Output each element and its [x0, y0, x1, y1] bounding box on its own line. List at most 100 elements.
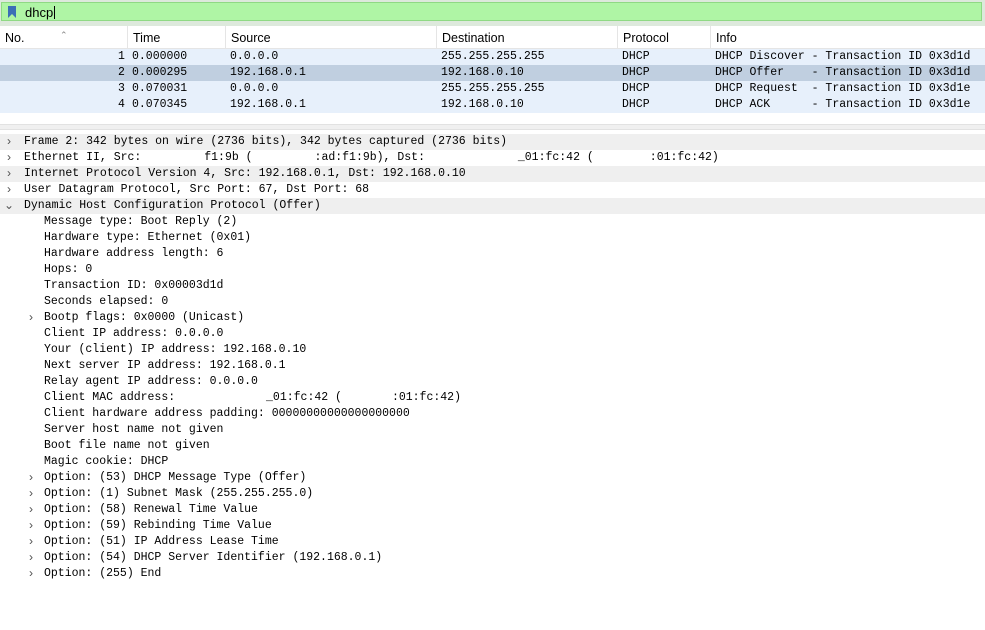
tree-item-option[interactable]: › Option: (54) DHCP Server Identifier (1…	[0, 550, 985, 566]
field-label: Message type: Boot Reply (2)	[44, 215, 238, 228]
chevron-right-icon[interactable]: ›	[3, 166, 15, 182]
tree-item-bootp-flags[interactable]: › Bootp flags: 0x0000 (Unicast)	[0, 310, 985, 326]
tree-field[interactable]: Relay agent IP address: 0.0.0.0	[0, 374, 985, 390]
packet-row-selected[interactable]: 2 0.000295 192.168.0.1 192.168.0.10 DHCP…	[0, 65, 985, 81]
display-filter-bar: dhcp	[0, 0, 985, 26]
column-header-destination[interactable]: Destination	[437, 26, 618, 48]
chevron-down-icon[interactable]: ⌄	[3, 198, 15, 214]
packet-source: 192.168.0.1	[230, 98, 306, 111]
packet-no: 2	[118, 66, 125, 79]
packet-info: DHCP Request - Transaction ID 0x3d1e	[715, 82, 971, 95]
tree-field[interactable]: Client hardware address padding: 0000000…	[0, 406, 985, 422]
chevron-right-icon[interactable]: ›	[25, 518, 37, 534]
field-label: Bootp flags: 0x0000 (Unicast)	[44, 311, 245, 324]
packet-source: 0.0.0.0	[230, 82, 279, 95]
tree-item-option[interactable]: › Option: (58) Renewal Time Value	[0, 502, 985, 518]
packet-source: 192.168.0.1	[230, 66, 306, 79]
packet-destination: 192.168.0.10	[441, 98, 524, 111]
field-label: Hardware type: Ethernet (0x01)	[44, 231, 252, 244]
packet-row[interactable]: 3 0.070031 0.0.0.0 255.255.255.255 DHCP …	[0, 81, 985, 97]
option-label: Option: (1) Subnet Mask (255.255.255.0)	[44, 487, 314, 500]
tree-item-label: Ethernet II, Src: f1:9b (:ad:f1:9b), Dst…	[24, 150, 719, 164]
column-header-info[interactable]: Info	[711, 26, 985, 48]
chevron-right-icon[interactable]: ›	[25, 502, 37, 518]
packet-details-tree[interactable]: › Frame 2: 342 bytes on wire (2736 bits)…	[0, 132, 985, 584]
column-header-protocol[interactable]: Protocol	[618, 26, 711, 48]
option-label: Option: (54) DHCP Server Identifier (192…	[44, 551, 383, 564]
redacted-block	[182, 390, 267, 402]
column-header-time[interactable]: Time	[128, 26, 226, 48]
packet-destination: 255.255.255.255	[441, 50, 545, 63]
tree-field-client-mac[interactable]: Client MAC address: _01:fc:42 (:01:fc:42…	[0, 390, 985, 406]
tree-field[interactable]: Transaction ID: 0x00003d1d	[0, 278, 985, 294]
redacted-block	[431, 150, 518, 162]
tree-field[interactable]: Server host name not given	[0, 422, 985, 438]
chevron-right-icon[interactable]: ›	[3, 182, 15, 198]
tree-item-label: Dynamic Host Configuration Protocol (Off…	[24, 199, 321, 212]
tree-item-dhcp[interactable]: ⌄ Dynamic Host Configuration Protocol (O…	[0, 198, 985, 214]
packet-list[interactable]: No. ⌃ Time Source Destination Protocol I…	[0, 26, 985, 124]
field-label: Client IP address: 0.0.0.0	[44, 327, 224, 340]
tree-item-label: User Datagram Protocol, Src Port: 67, Ds…	[24, 183, 370, 196]
column-header-source[interactable]: Source	[226, 26, 437, 48]
tree-item-label: Frame 2: 342 bytes on wire (2736 bits), …	[24, 135, 508, 148]
field-label: Client hardware address padding: 0000000…	[44, 407, 410, 420]
tree-field[interactable]: Magic cookie: DHCP	[0, 454, 985, 470]
chevron-right-icon[interactable]: ›	[25, 534, 37, 550]
chevron-right-icon[interactable]: ›	[3, 150, 15, 166]
tree-field[interactable]: Message type: Boot Reply (2)	[0, 214, 985, 230]
packet-protocol: DHCP	[622, 98, 650, 111]
option-label: Option: (53) DHCP Message Type (Offer)	[44, 471, 307, 484]
chevron-right-icon[interactable]: ›	[25, 550, 37, 566]
text-caret	[54, 6, 56, 19]
tree-field[interactable]: Client IP address: 0.0.0.0	[0, 326, 985, 342]
field-label: Server host name not given	[44, 423, 224, 436]
field-label: Magic cookie: DHCP	[44, 455, 169, 468]
chevron-right-icon[interactable]: ›	[25, 566, 37, 582]
chevron-right-icon[interactable]: ›	[25, 310, 37, 326]
chevron-right-icon[interactable]: ›	[3, 134, 15, 150]
packet-row[interactable]: 1 0.000000 0.0.0.0 255.255.255.255 DHCP …	[0, 49, 985, 65]
packet-info: DHCP ACK - Transaction ID 0x3d1e	[715, 98, 971, 111]
redacted-block	[593, 150, 650, 162]
packet-time: 0.000295	[132, 66, 188, 79]
tree-field[interactable]: Hardware address length: 6	[0, 246, 985, 262]
packet-protocol: DHCP	[622, 50, 650, 63]
packet-protocol: DHCP	[622, 66, 650, 79]
packet-row[interactable]: 4 0.070345 192.168.0.1 192.168.0.10 DHCP…	[0, 97, 985, 113]
packet-destination: 192.168.0.10	[441, 66, 524, 79]
tree-field[interactable]: Next server IP address: 192.168.0.1	[0, 358, 985, 374]
packet-source: 0.0.0.0	[230, 50, 279, 63]
tree-item-label: Internet Protocol Version 4, Src: 192.16…	[24, 167, 466, 180]
chevron-right-icon[interactable]: ›	[25, 486, 37, 502]
option-label: Option: (51) IP Address Lease Time	[44, 535, 279, 548]
field-label: Transaction ID: 0x00003d1d	[44, 279, 224, 292]
tree-field[interactable]: Boot file name not given	[0, 438, 985, 454]
bookmark-icon[interactable]	[8, 6, 16, 18]
tree-item-option[interactable]: › Option: (53) DHCP Message Type (Offer)	[0, 470, 985, 486]
tree-item-option[interactable]: › Option: (59) Rebinding Time Value	[0, 518, 985, 534]
field-label: Relay agent IP address: 0.0.0.0	[44, 375, 258, 388]
chevron-right-icon[interactable]: ›	[25, 470, 37, 486]
tree-field[interactable]: Seconds elapsed: 0	[0, 294, 985, 310]
display-filter-input[interactable]: dhcp	[1, 2, 982, 21]
packet-no: 3	[118, 82, 125, 95]
tree-field[interactable]: Hops: 0	[0, 262, 985, 278]
tree-item-option[interactable]: › Option: (255) End	[0, 566, 985, 582]
packet-list-header: No. ⌃ Time Source Destination Protocol I…	[0, 26, 985, 49]
tree-item-frame[interactable]: › Frame 2: 342 bytes on wire (2736 bits)…	[0, 134, 985, 150]
redacted-block	[148, 150, 205, 162]
tree-item-udp[interactable]: › User Datagram Protocol, Src Port: 67, …	[0, 182, 985, 198]
packet-no: 1	[118, 50, 125, 63]
field-label: Your (client) IP address: 192.168.0.10	[44, 343, 307, 356]
sort-ascending-icon: ⌃	[60, 30, 68, 40]
tree-item-option[interactable]: › Option: (51) IP Address Lease Time	[0, 534, 985, 550]
tree-item-ip[interactable]: › Internet Protocol Version 4, Src: 192.…	[0, 166, 985, 182]
tree-field[interactable]: Hardware type: Ethernet (0x01)	[0, 230, 985, 246]
tree-field[interactable]: Your (client) IP address: 192.168.0.10	[0, 342, 985, 358]
tree-item-option[interactable]: › Option: (1) Subnet Mask (255.255.255.0…	[0, 486, 985, 502]
field-label: Next server IP address: 192.168.0.1	[44, 359, 286, 372]
column-header-no[interactable]: No. ⌃	[0, 26, 128, 48]
pane-splitter[interactable]	[0, 124, 985, 130]
tree-item-ethernet[interactable]: › Ethernet II, Src: f1:9b (:ad:f1:9b), D…	[0, 150, 985, 166]
